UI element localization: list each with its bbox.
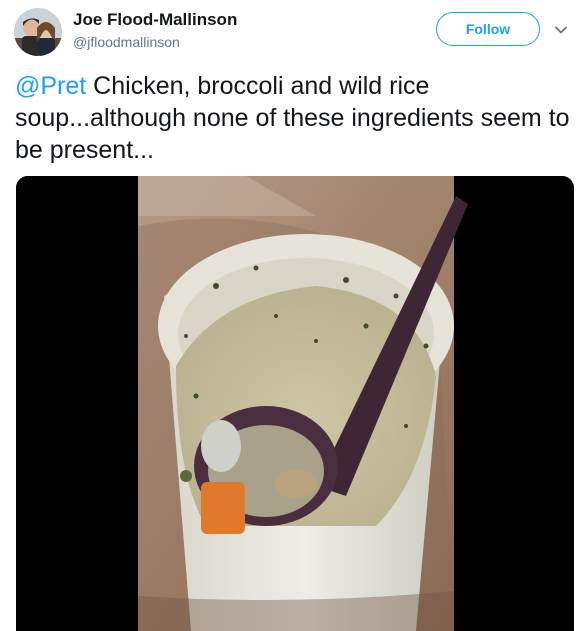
mention-link[interactable]: @Pret [15,72,86,100]
tweet-body: Chicken, broccoli and wild rice soup...a… [15,72,570,164]
chevron-down-icon[interactable] [553,22,569,38]
display-name[interactable]: Joe Flood-Mallinson [73,10,237,30]
tweet-text: @Pret Chicken, broccoli and wild rice so… [15,70,575,166]
user-handle[interactable]: @jfloodmallinson [73,34,180,50]
avatar-photo [14,8,62,56]
video-thumbnail[interactable] [16,176,574,631]
avatar[interactable] [14,8,62,56]
soup-cup-image [16,176,574,631]
follow-button[interactable]: Follow [436,12,540,46]
